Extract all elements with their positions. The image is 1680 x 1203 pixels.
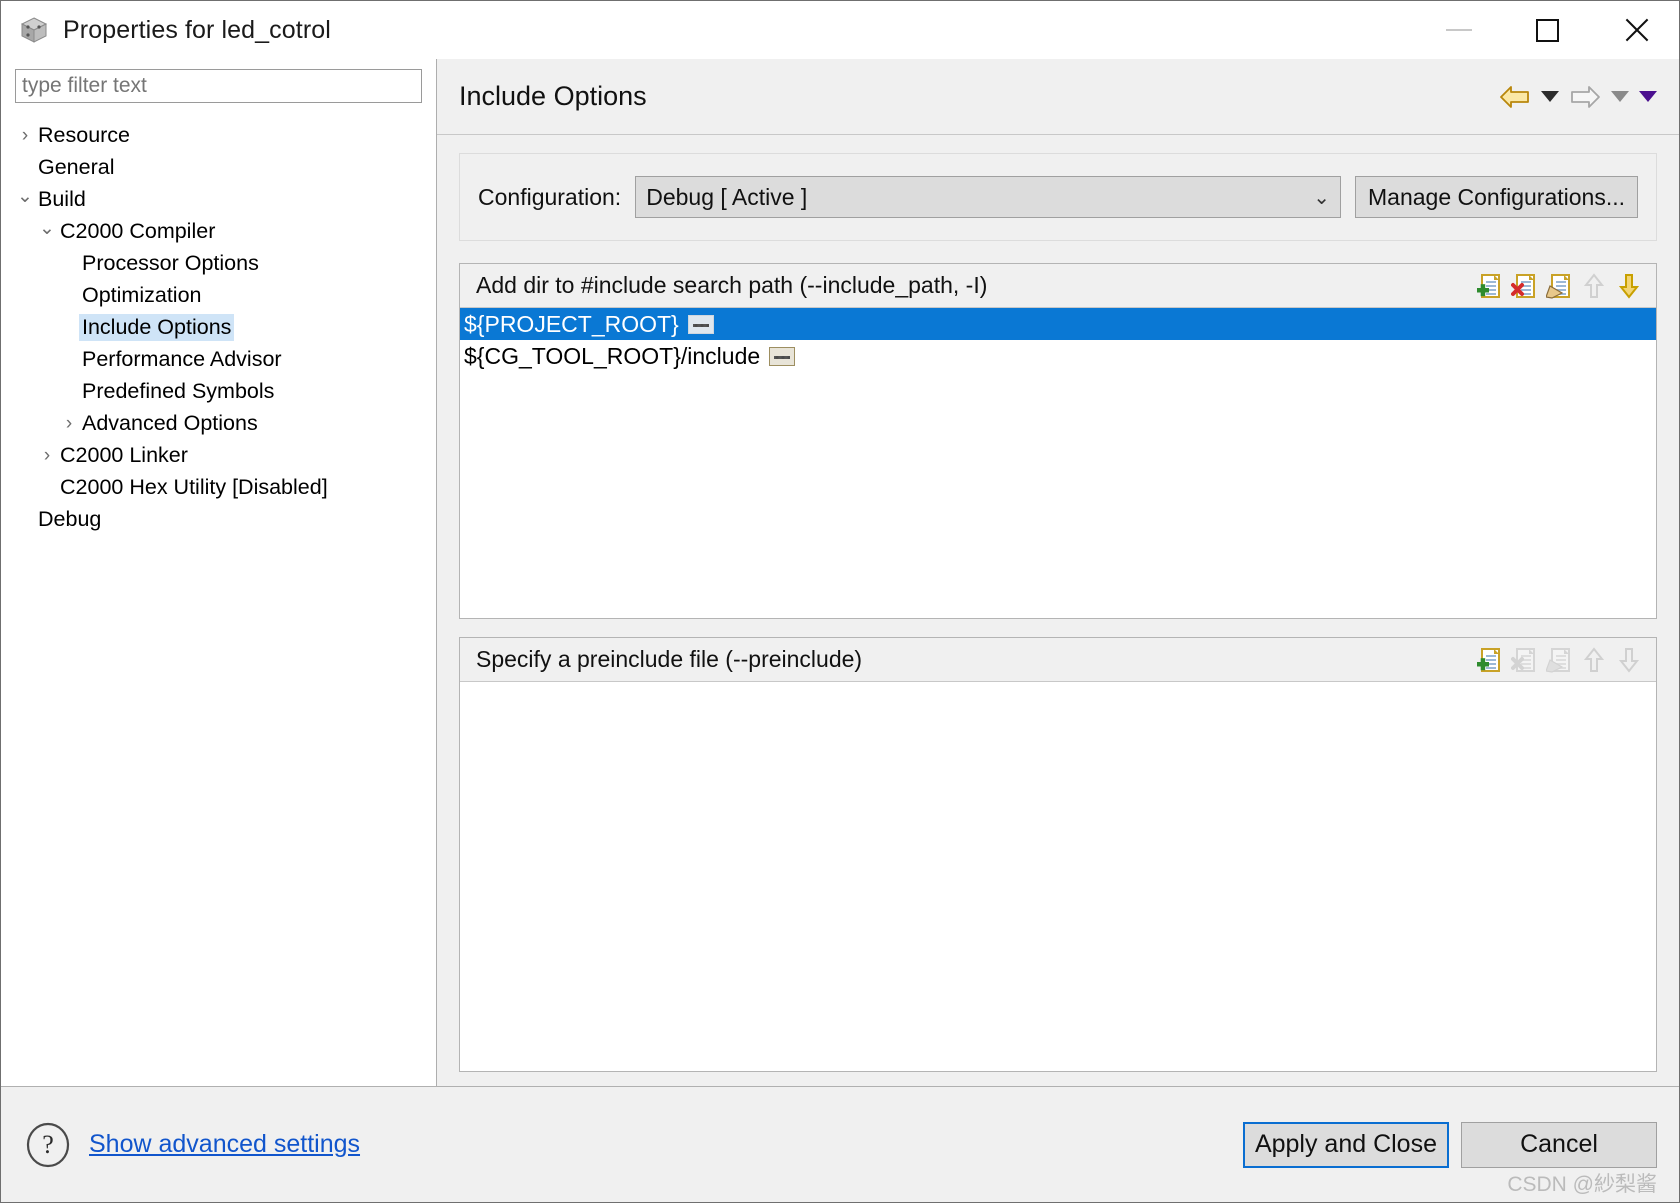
minimize-icon [1446,29,1472,31]
browse-ellipsis-button[interactable] [769,346,796,366]
configuration-dropdown[interactable]: Debug [ Active ] ⌄ [635,176,1341,218]
footer-buttons: Apply and Close Cancel [1242,1121,1657,1168]
dialog-footer: ? Show advanced settings Apply and Close… [1,1086,1679,1202]
sidebar-item-label: General [38,154,115,179]
window-controls [1415,1,1679,59]
sidebar-item-processor-options[interactable]: Processor Options [15,247,422,279]
settings-page: Include Options Configuration: Debug [A… [437,59,1679,1086]
configuration-value: Debug [ Active ] [646,183,808,210]
show-advanced-settings-link[interactable]: Show advanced settings [89,1130,360,1159]
list-item[interactable]: ${PROJECT_ROOT} [460,308,1656,340]
sidebar-item-label: Build [38,186,86,211]
watermark: CSDN @紗梨酱 [1507,1173,1657,1196]
delete-icon [1511,647,1537,673]
include-paths-list[interactable]: ${PROJECT_ROOT} ${CG_TOOL_ROOT}/include [460,308,1656,618]
sidebar-item-label: Performance Advisor [82,346,282,371]
help-question-icon[interactable]: ? [25,1122,71,1168]
move-up-icon [1581,646,1607,673]
configuration-label: Configuration: [478,183,622,210]
chevron-down-icon: ⌄ [1313,186,1330,209]
settings-tree: Resource General Build C2000 Compiler Proces… [15,115,422,1086]
title-bar: Properties for led_cotrol [1,1,1679,59]
sidebar-item-label: C2000 Compiler [60,218,216,243]
settings-sidebar: Resource General Build C2000 Compiler Proces… [1,59,437,1086]
sidebar-item-label: Include Options [79,313,235,341]
sidebar-item-label: Optimization [82,282,202,307]
delete-icon[interactable] [1511,273,1537,299]
dialog-body: Resource General Build C2000 Compiler Proces… [1,59,1679,1086]
sidebar-item-label: Advanced Options [82,410,258,435]
preinclude-listbox: Specify a preinclude file (--preinclude) [459,637,1657,1072]
include-paths-listbox: Add dir to #include search path (--inclu… [459,263,1657,619]
sidebar-item-c2000-linker[interactable]: C2000 Linker [15,439,422,471]
sidebar-item-label: C2000 Linker [60,442,188,467]
list-item-label: ${CG_TOOL_ROOT}/include [464,342,761,369]
preinclude-toolbar [1476,646,1646,673]
svg-text:?: ? [42,1130,54,1159]
chevron-right-icon[interactable] [37,446,57,465]
cube-icon [19,15,49,45]
preinclude-title: Specify a preinclude file (--preinclude) [476,646,863,672]
back-menu-chevron-down-icon[interactable] [1541,91,1559,102]
include-paths-header: Add dir to #include search path (--inclu… [460,264,1656,308]
sidebar-item-predefined-symbols[interactable]: Predefined Symbols [15,375,422,407]
move-down-icon[interactable] [1616,273,1642,299]
sidebar-item-include-options[interactable]: Include Options [15,311,422,343]
list-item-label: ${PROJECT_ROOT} [464,310,679,337]
move-down-icon [1616,647,1642,673]
forward-menu-chevron-down-icon[interactable] [1611,91,1629,102]
sidebar-item-label: Predefined Symbols [82,378,275,403]
page-title: Include Options [459,81,647,111]
apply-and-close-button[interactable]: Apply and Close [1242,1121,1449,1168]
add-icon[interactable] [1476,273,1502,299]
configuration-group: Configuration: Debug [ Active ] ⌄ Manage… [459,153,1657,241]
preinclude-header: Specify a preinclude file (--preinclude) [460,638,1656,682]
maximize-button[interactable] [1503,1,1591,59]
close-button[interactable] [1591,1,1679,59]
view-menu-chevron-down-icon[interactable] [1639,91,1657,102]
properties-dialog: Properties for led_cotrol Resource Genera… [0,0,1680,1203]
window-title: Properties for led_cotrol [63,15,331,44]
minimize-button[interactable] [1415,1,1503,59]
filter-input[interactable] [15,69,422,103]
move-up-icon [1581,272,1607,299]
list-item[interactable]: ${CG_TOOL_ROOT}/include [460,340,1656,372]
sidebar-item-performance-advisor[interactable]: Performance Advisor [15,343,422,375]
include-paths-title: Add dir to #include search path (--inclu… [476,272,988,298]
sidebar-item-build[interactable]: Build [15,183,422,215]
sidebar-item-c2000-hex-utility-disabled[interactable]: C2000 Hex Utility [Disabled] [15,471,422,503]
preinclude-list[interactable] [460,682,1656,1071]
include-paths-toolbar [1476,272,1646,299]
sidebar-item-general[interactable]: General [15,151,422,183]
add-icon[interactable] [1476,647,1502,673]
manage-configurations-button[interactable]: Manage Configurations... [1355,176,1638,218]
sidebar-item-label: Debug [38,506,102,531]
back-arrow-icon[interactable] [1499,84,1531,110]
chevron-down-icon[interactable] [37,222,57,241]
browse-ellipsis-button[interactable] [687,314,714,334]
sidebar-item-label: Resource [38,122,131,147]
sidebar-item-label: Processor Options [82,250,259,275]
page-content: Configuration: Debug [ Active ] ⌄ Manage… [437,135,1679,1086]
sidebar-item-label: C2000 Hex Utility [Disabled] [60,474,328,499]
sidebar-item-resource[interactable]: Resource [15,119,422,151]
page-header: Include Options [437,59,1679,135]
sidebar-item-c2000-compiler[interactable]: C2000 Compiler [15,215,422,247]
forward-arrow-icon[interactable] [1569,84,1601,110]
chevron-down-icon[interactable] [15,190,35,209]
sidebar-item-advanced-options[interactable]: Advanced Options [15,407,422,439]
close-icon [1622,17,1648,43]
maximize-icon [1535,18,1559,42]
edit-icon [1546,647,1572,673]
cancel-button[interactable]: Cancel [1461,1121,1657,1168]
edit-icon[interactable] [1546,273,1572,299]
chevron-right-icon[interactable] [59,414,79,433]
page-nav-toolbar [1499,84,1657,110]
sidebar-item-debug[interactable]: Debug [15,503,422,535]
sidebar-item-optimization[interactable]: Optimization [15,279,422,311]
chevron-right-icon[interactable] [15,126,35,145]
